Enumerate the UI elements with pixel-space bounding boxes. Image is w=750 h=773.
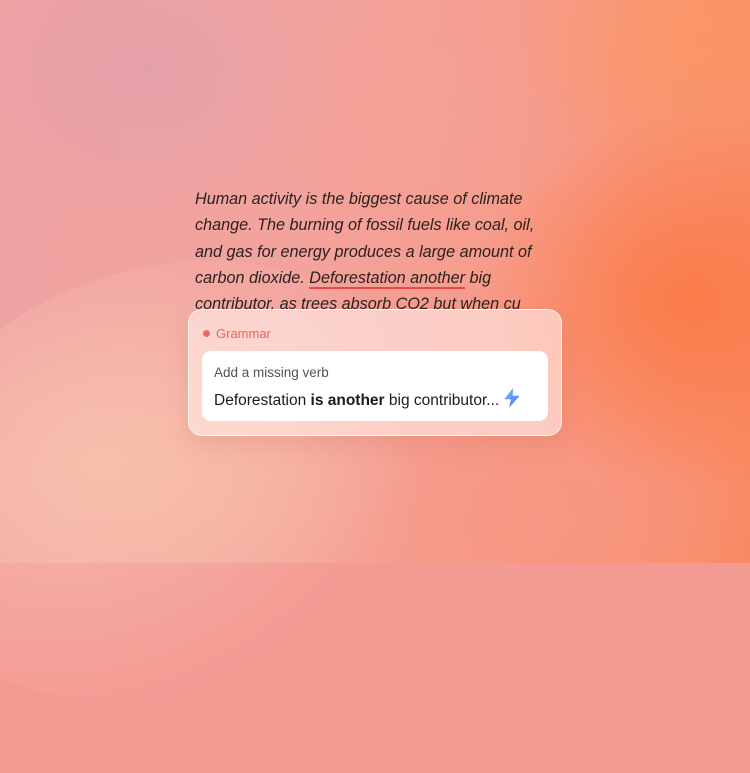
card-header: Grammar — [203, 326, 271, 341]
suggestion-option[interactable]: Add a missing verb Deforestation is anot… — [202, 351, 548, 421]
suggestion-emphasis: is another — [310, 392, 385, 409]
suggestion-text: Deforestation is another big contributor… — [214, 392, 506, 410]
category-label: Grammar — [216, 326, 271, 341]
suggestion-suffix: big contributor... — [388, 392, 500, 409]
document-text: Human activity is the biggest cause of c… — [195, 186, 565, 311]
flagged-phrase[interactable]: Deforestation another — [309, 269, 465, 287]
paragraph: Human activity is the biggest cause of c… — [195, 186, 565, 311]
suggestion-prefix: Deforestation — [214, 392, 307, 409]
dot-icon — [203, 330, 210, 337]
suggestion-card: Grammar Add a missing verb Deforestation… — [188, 309, 562, 436]
suggestion-title: Add a missing verb — [214, 365, 329, 380]
lightning-bolt-icon[interactable] — [499, 385, 525, 411]
